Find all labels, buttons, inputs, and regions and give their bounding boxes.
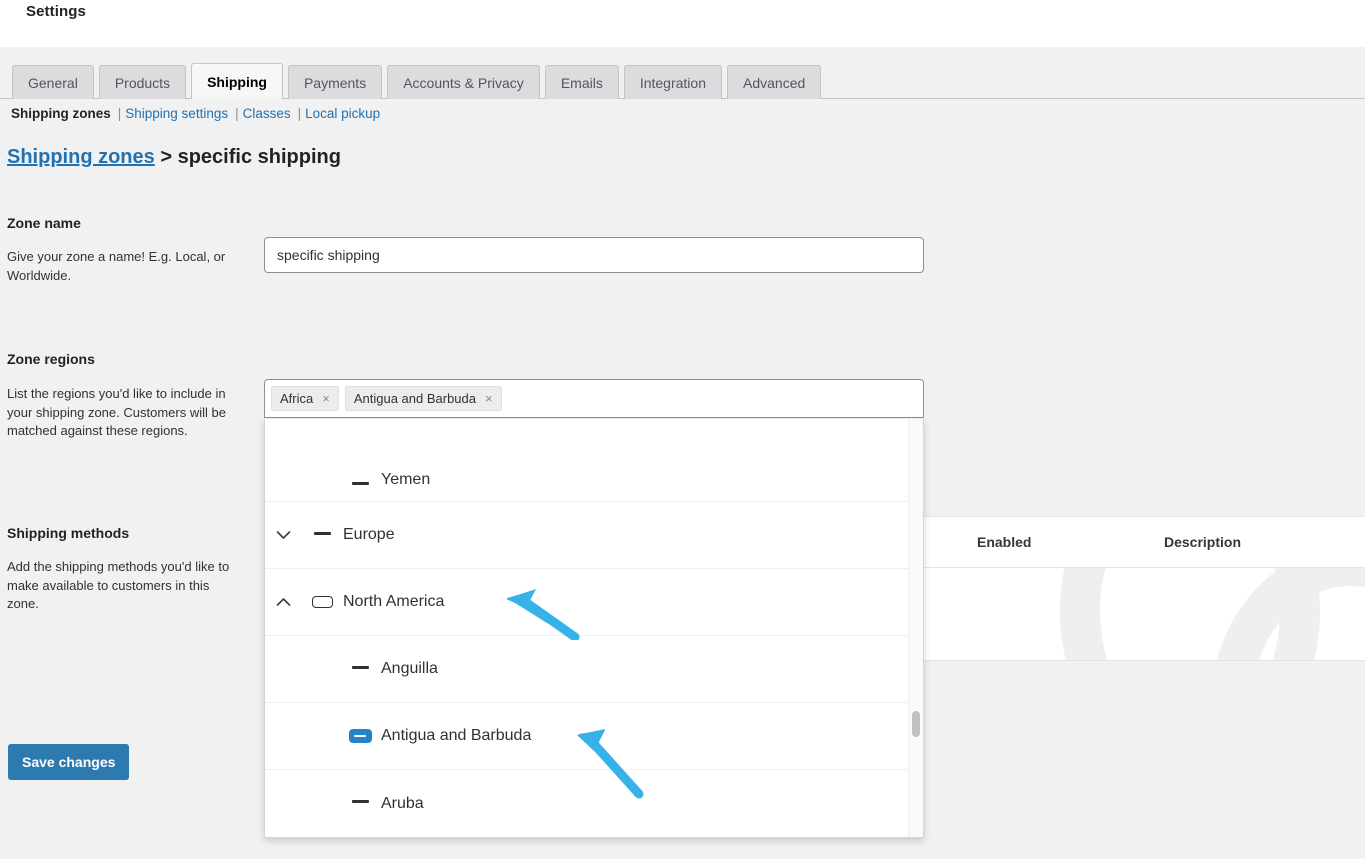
region-chip-label: Antigua and Barbuda — [353, 391, 476, 406]
region-option-label: Anguilla — [381, 660, 438, 677]
tab-products[interactable]: Products — [98, 65, 187, 99]
region-chip[interactable]: Africa × — [271, 386, 339, 411]
region-option-europe[interactable]: Europe — [265, 502, 923, 569]
column-header-enabled: Enabled — [977, 534, 1032, 550]
decorative-arc-2-icon — [1210, 568, 1365, 660]
shipping-methods-description: Add the shipping methods you'd like to m… — [7, 559, 230, 611]
save-changes-button[interactable]: Save changes — [8, 744, 130, 780]
checkbox-unchecked-icon[interactable] — [301, 596, 343, 608]
dropdown-scrollbar-thumb[interactable] — [912, 711, 920, 737]
tab-accounts-privacy[interactable]: Accounts & Privacy — [387, 65, 540, 99]
tab-shipping[interactable]: Shipping — [191, 63, 283, 99]
checkbox-indeterminate-icon[interactable] — [339, 665, 381, 673]
zone-name-label: Zone name — [7, 215, 81, 231]
breadcrumb: Shipping zones > specific shipping — [7, 146, 341, 169]
shipping-subnav: Shipping zones | Shipping settings | Classes… — [11, 106, 380, 121]
region-chip[interactable]: Antigua and Barbuda × — [344, 386, 502, 411]
region-option-label: Aruba — [381, 794, 424, 812]
region-chip-remove-icon[interactable]: × — [322, 392, 330, 405]
settings-tab-bar: General Products Shipping Payments Accounts … — [0, 47, 1365, 99]
tab-advanced[interactable]: Advanced — [727, 65, 822, 99]
zone-name-input[interactable] — [264, 237, 924, 273]
subnav-separator: | — [117, 106, 122, 121]
tab-integration[interactable]: Integration — [623, 65, 722, 99]
zone-regions-token-field[interactable]: Africa × Antigua and Barbuda × — [264, 379, 924, 418]
column-header-description: Description — [1164, 534, 1242, 550]
region-option-label: Yemen — [381, 471, 431, 488]
subnav-current-shipping-zones[interactable]: Shipping zones — [11, 106, 111, 121]
region-option-aruba[interactable]: Aruba — [265, 770, 923, 837]
region-option-north-america[interactable]: North America — [265, 569, 923, 636]
page-title: Settings — [26, 3, 86, 20]
region-option-anguilla[interactable]: Anguilla — [265, 636, 923, 703]
region-chip-label: Africa — [280, 391, 314, 406]
subnav-separator: | — [235, 106, 239, 121]
subnav-link-shipping-settings[interactable]: Shipping settings — [125, 106, 228, 121]
checkbox-indeterminate-icon[interactable] — [339, 800, 381, 807]
subnav-separator: | — [297, 106, 302, 121]
breadcrumb-current-zone: specific shipping — [177, 146, 341, 168]
tab-emails[interactable]: Emails — [544, 65, 619, 99]
checkbox-checked-icon[interactable] — [339, 729, 381, 743]
zone-regions-description: List the regions you'd like to include i… — [7, 386, 226, 438]
breadcrumb-shipping-zones-link[interactable]: Shipping zones — [7, 146, 155, 168]
checkbox-indeterminate-icon[interactable] — [301, 531, 343, 539]
shipping-methods-label: Shipping methods — [7, 525, 130, 541]
region-option-label: North America — [343, 593, 445, 610]
decorative-arc-icon — [1060, 568, 1320, 660]
region-option-label: Europe — [343, 526, 395, 543]
zone-regions-label: Zone regions — [7, 351, 95, 367]
region-chip-remove-icon[interactable]: × — [485, 392, 493, 405]
subnav-link-classes[interactable]: Classes — [243, 106, 291, 121]
zone-name-description: Give your zone a name! E.g. Local, or Wo… — [7, 249, 226, 283]
tab-general[interactable]: General — [12, 65, 94, 99]
tab-list: General Products Shipping Payments Accounts … — [12, 63, 822, 99]
dropdown-scrollbar[interactable] — [908, 419, 923, 837]
subnav-link-local-pickup[interactable]: Local pickup — [305, 106, 380, 121]
region-option-label: Antigua and Barbuda — [381, 727, 532, 744]
region-option-antigua-and-barbuda[interactable]: Antigua and Barbuda — [265, 703, 923, 770]
tab-payments[interactable]: Payments — [287, 65, 383, 99]
breadcrumb-separator: > — [160, 146, 173, 168]
top-header-bar: Settings — [0, 0, 1365, 47]
checkbox-indeterminate-icon[interactable] — [339, 482, 381, 489]
region-option-yemen[interactable]: Yemen — [265, 419, 923, 502]
chevron-up-icon[interactable] — [265, 597, 301, 607]
chevron-down-icon[interactable] — [265, 530, 301, 540]
zone-regions-dropdown[interactable]: Yemen Europe North America Anguilla Antigua … — [264, 419, 924, 838]
region-option-list: Yemen Europe North America Anguilla Antigua … — [265, 419, 923, 837]
